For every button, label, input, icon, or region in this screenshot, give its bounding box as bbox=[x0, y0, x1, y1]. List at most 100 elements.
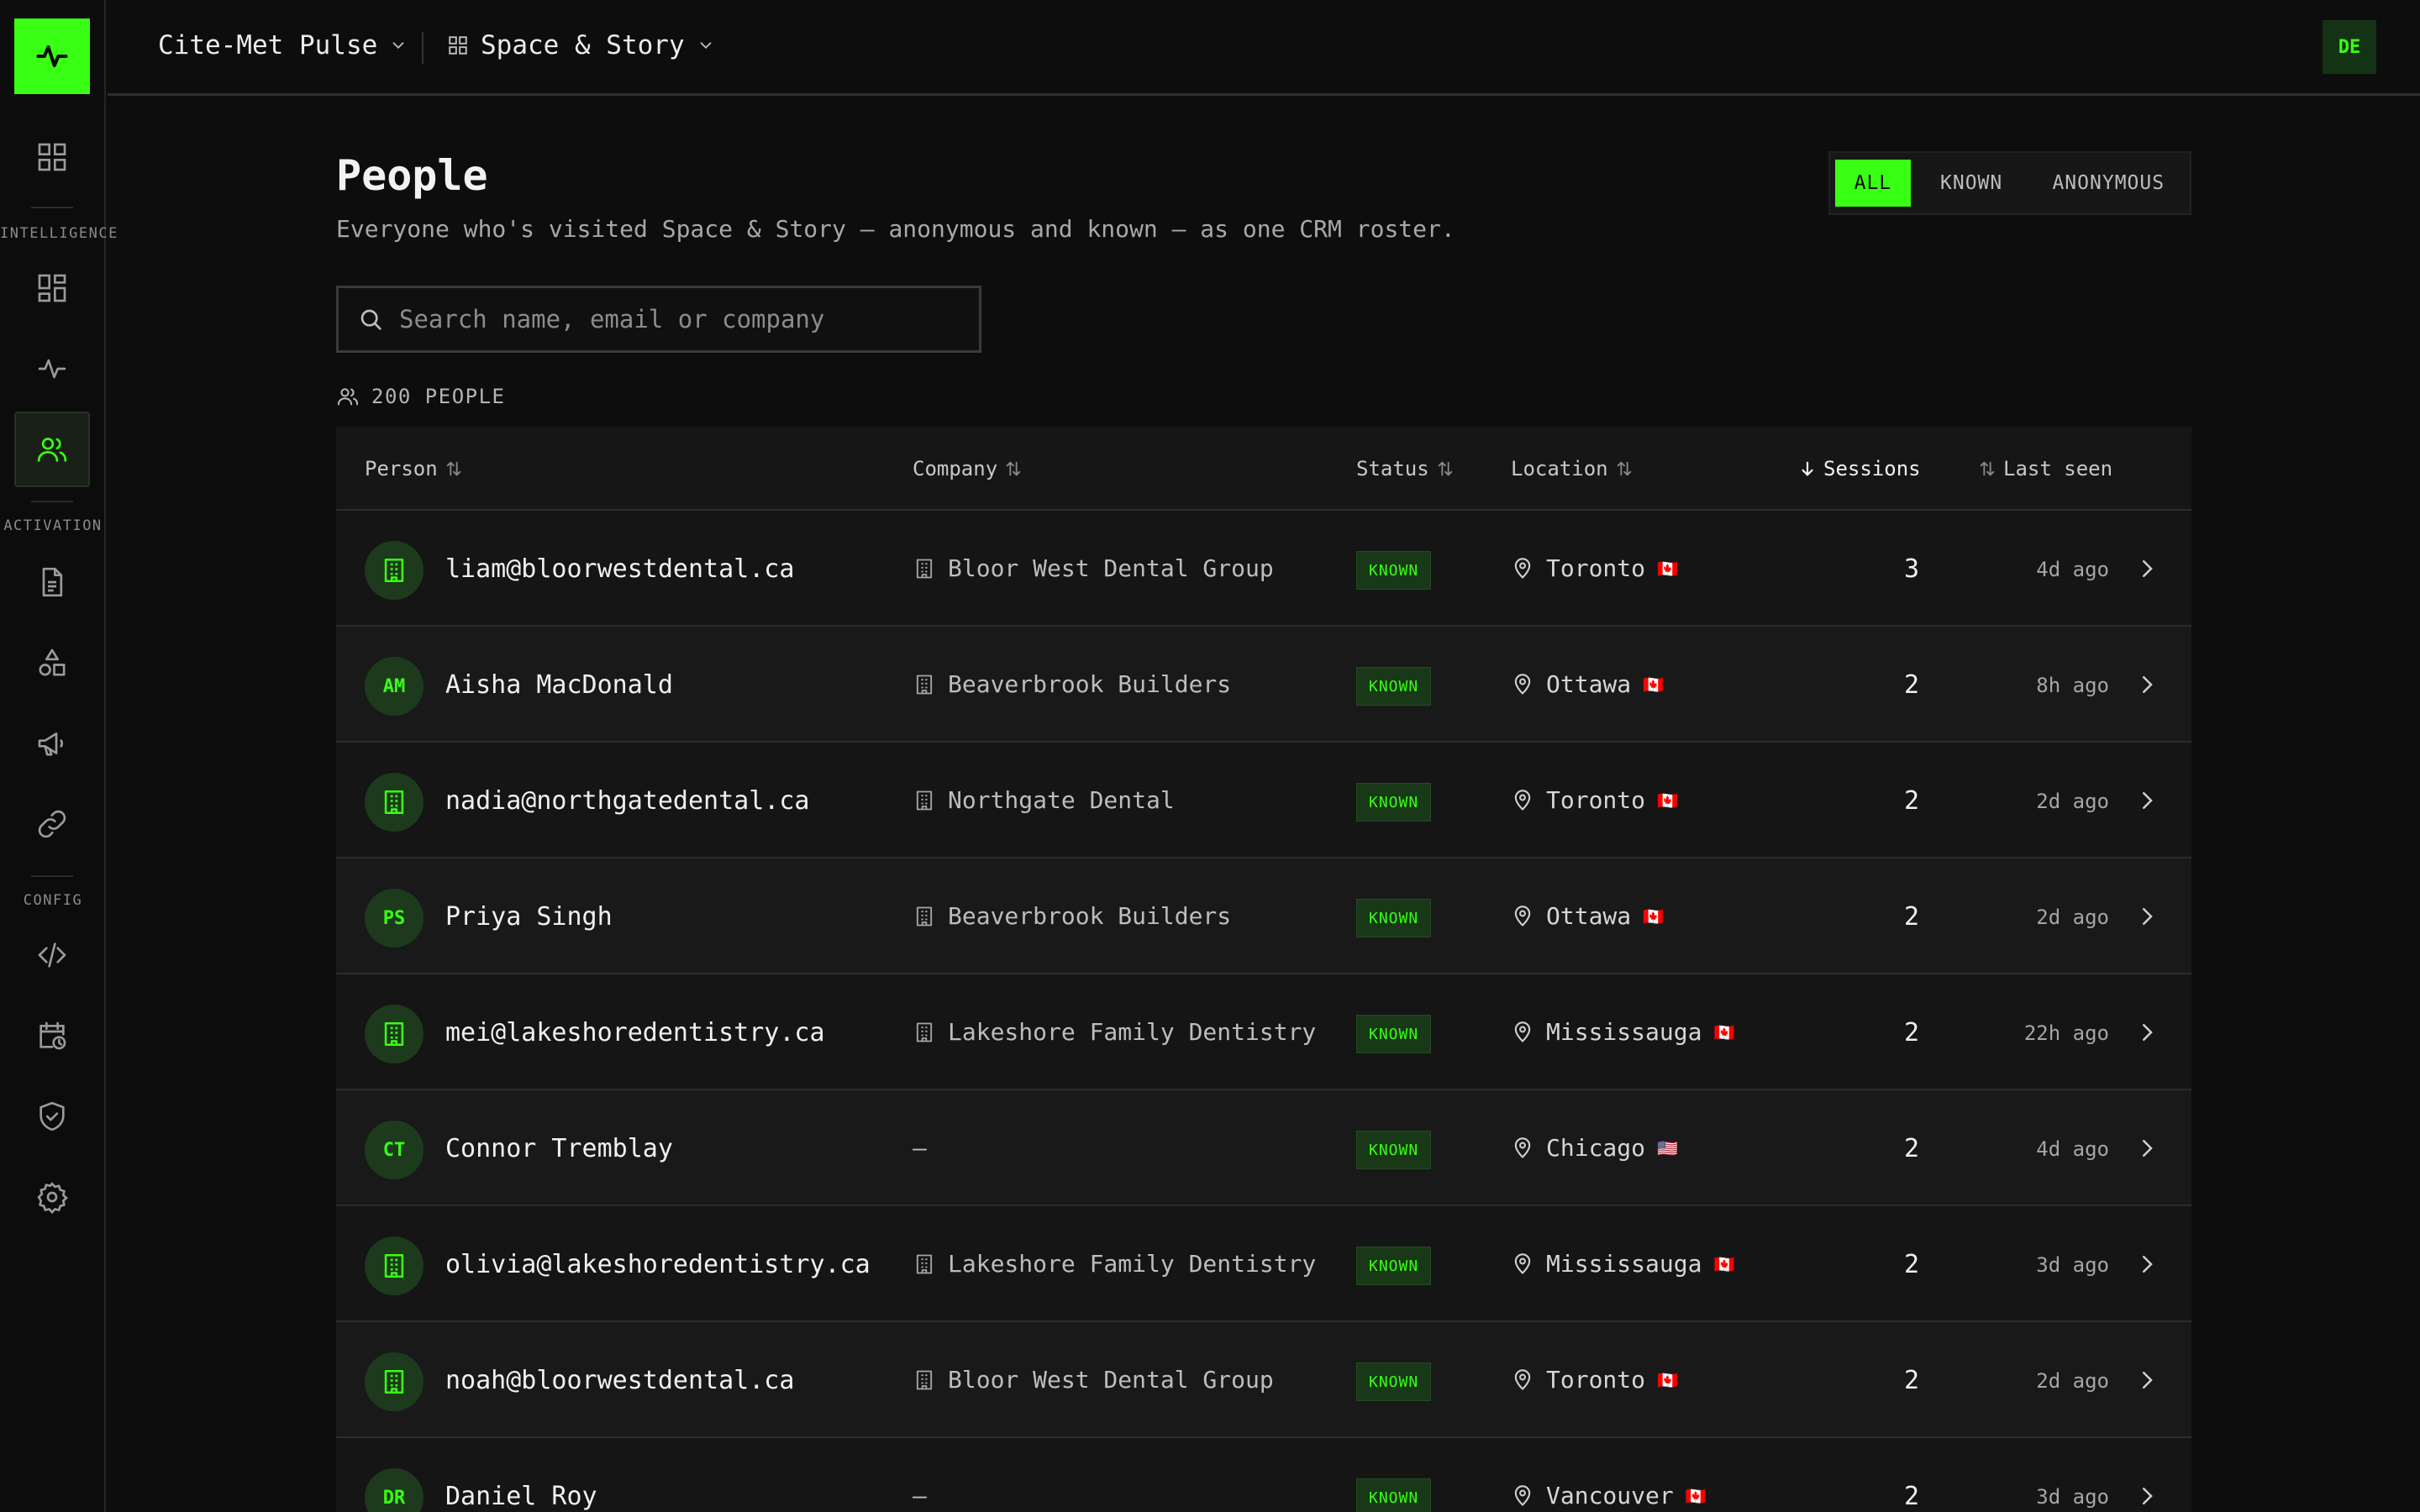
company-name: Bloor West Dental Group bbox=[948, 554, 1274, 582]
map-pin-icon bbox=[1514, 557, 1531, 579]
megaphone-icon bbox=[38, 732, 64, 756]
company-cell: Northgate Dental bbox=[913, 786, 1175, 814]
table-row[interactable]: PS Priya Singh Beaverbrook Builders KNOWN Ot… bbox=[336, 858, 2191, 974]
sessions-count: 2 bbox=[1903, 1366, 1919, 1395]
link-icon bbox=[38, 810, 66, 838]
map-pin-icon bbox=[1514, 1368, 1531, 1390]
avatar-initials: DR bbox=[382, 1487, 406, 1509]
project-name: Space & Story bbox=[481, 30, 685, 60]
rail-item-documents[interactable] bbox=[14, 544, 90, 620]
person-name[interactable]: noah@bloorwestdental.ca bbox=[445, 1366, 794, 1395]
chevron-right-icon[interactable] bbox=[2134, 556, 2160, 581]
filter-anonymous-button[interactable]: ANONYMOUS bbox=[2033, 160, 2185, 207]
rail-section-config: CONFIG bbox=[23, 892, 83, 909]
rail-item-schedule[interactable] bbox=[14, 998, 90, 1074]
map-pin-icon bbox=[1514, 789, 1531, 811]
sort-icon bbox=[446, 461, 460, 476]
company-name: Lakeshore Family Dentistry bbox=[948, 1018, 1317, 1046]
rail-item-shapes[interactable] bbox=[14, 625, 90, 701]
status-badge: KNOWN bbox=[1356, 783, 1432, 822]
rail-item-settings[interactable] bbox=[14, 1159, 90, 1235]
location-cell: Toronto 🇨🇦 bbox=[1511, 1366, 1678, 1394]
rail-item-people[interactable] bbox=[14, 412, 90, 487]
search-input[interactable] bbox=[399, 305, 971, 333]
column-header-sessions[interactable]: Sessions bbox=[1798, 457, 1921, 480]
rail-item-code[interactable] bbox=[14, 917, 90, 993]
table-row[interactable]: mei@lakeshoredentistry.ca Lakeshore Famil… bbox=[336, 974, 2191, 1090]
workspace-switcher[interactable]: Cite-Met Pulse bbox=[158, 30, 408, 60]
building-icon bbox=[916, 906, 933, 926]
person-name[interactable]: Priya Singh bbox=[445, 902, 613, 932]
company-name: Beaverbrook Builders bbox=[948, 902, 1232, 930]
person-name[interactable]: Daniel Roy bbox=[445, 1482, 597, 1511]
rail-section-activation: ACTIVATION bbox=[3, 517, 103, 534]
person-name[interactable]: Connor Tremblay bbox=[445, 1134, 673, 1163]
top-bar: Cite-Met Pulse Space & Story DE bbox=[108, 0, 2420, 96]
status-badge: KNOWN bbox=[1356, 1247, 1432, 1285]
last-seen: 2d ago bbox=[2036, 906, 2109, 929]
status-badge: KNOWN bbox=[1356, 1478, 1432, 1512]
chevron-down-icon bbox=[700, 42, 712, 50]
rail-item-home[interactable] bbox=[14, 119, 90, 195]
project-switcher[interactable]: Space & Story bbox=[447, 30, 715, 60]
rail-item-pulse[interactable] bbox=[14, 331, 90, 407]
company-cell: Lakeshore Family Dentistry bbox=[913, 1250, 1316, 1278]
avatar bbox=[365, 1352, 424, 1411]
country-flag: 🇨🇦 bbox=[1713, 1253, 1735, 1274]
people-icon bbox=[37, 438, 67, 462]
chevron-right-icon[interactable] bbox=[2134, 1252, 2160, 1277]
column-header-last-seen[interactable]: Last seen bbox=[1978, 457, 2112, 480]
column-header-company[interactable]: Company bbox=[913, 457, 1023, 480]
table-row[interactable]: liam@bloorwestdental.ca Bloor West Dental… bbox=[336, 511, 2191, 627]
chevron-right-icon[interactable] bbox=[2134, 1020, 2160, 1045]
rail-item-links[interactable] bbox=[14, 786, 90, 862]
table-row[interactable]: DR Daniel Roy — KNOWN Vancouver 🇨🇦 2 3d ago bbox=[336, 1438, 2191, 1512]
rail-divider bbox=[31, 207, 73, 208]
chevron-right-icon[interactable] bbox=[2134, 904, 2160, 929]
table-row[interactable]: CT Connor Tremblay — KNOWN Chicago 🇺🇸 2 4d ago bbox=[336, 1090, 2191, 1206]
document-icon bbox=[42, 567, 63, 597]
person-name[interactable]: mei@lakeshoredentistry.ca bbox=[445, 1018, 825, 1047]
chevron-right-icon[interactable] bbox=[2134, 672, 2160, 697]
search-box bbox=[336, 286, 981, 353]
page-title: People bbox=[336, 151, 488, 200]
person-name[interactable]: Aisha MacDonald bbox=[445, 670, 673, 700]
column-header-person[interactable]: Person bbox=[365, 457, 463, 480]
country-flag: 🇨🇦 bbox=[1657, 1369, 1678, 1390]
column-header-location[interactable]: Location bbox=[1511, 457, 1634, 480]
person-name[interactable]: nadia@northgatedental.ca bbox=[445, 786, 809, 816]
column-label: Sessions bbox=[1823, 457, 1921, 480]
table-row[interactable]: olivia@lakeshoredentistry.ca Lakeshore Fa… bbox=[336, 1206, 2191, 1322]
building-icon bbox=[916, 790, 933, 810]
column-header-status[interactable]: Status bbox=[1356, 457, 1455, 480]
location-name: Ottawa bbox=[1546, 670, 1632, 698]
filter-known-button[interactable]: KNOWN bbox=[1918, 160, 2026, 207]
person-name[interactable]: liam@bloorwestdental.ca bbox=[445, 554, 794, 584]
country-flag: 🇨🇦 bbox=[1643, 674, 1665, 695]
user-avatar[interactable]: DE bbox=[2323, 20, 2376, 74]
location-name: Toronto bbox=[1546, 554, 1646, 582]
chevron-right-icon[interactable] bbox=[2134, 1136, 2160, 1161]
page-subtitle: Everyone who's visited Space & Story — a… bbox=[336, 215, 1455, 243]
person-name[interactable]: olivia@lakeshoredentistry.ca bbox=[445, 1250, 871, 1279]
rail-item-dashboard[interactable] bbox=[14, 250, 90, 326]
avatar: PS bbox=[365, 889, 424, 948]
building-icon bbox=[916, 675, 933, 694]
last-seen: 4d ago bbox=[2036, 1137, 2109, 1161]
table-row[interactable]: noah@bloorwestdental.ca Bloor West Dental… bbox=[336, 1322, 2191, 1438]
status-badge: KNOWN bbox=[1356, 1015, 1432, 1053]
chevron-right-icon[interactable] bbox=[2134, 788, 2160, 813]
app-logo[interactable] bbox=[14, 18, 90, 94]
location-cell: Ottawa 🇨🇦 bbox=[1511, 670, 1664, 698]
filter-all-button[interactable]: ALL bbox=[1835, 160, 1911, 207]
table-row[interactable]: AM Aisha MacDonald Beaverbrook Builders KNO… bbox=[336, 627, 2191, 743]
chevron-right-icon[interactable] bbox=[2134, 1368, 2160, 1393]
chevron-right-icon[interactable] bbox=[2134, 1483, 2160, 1509]
column-label: Company bbox=[913, 457, 998, 480]
rail-divider bbox=[31, 875, 73, 877]
rail-item-security[interactable] bbox=[14, 1079, 90, 1154]
rail-item-campaigns[interactable] bbox=[14, 706, 90, 781]
building-icon bbox=[916, 559, 933, 578]
table-row[interactable]: nadia@northgatedental.ca Northgate Dental… bbox=[336, 743, 2191, 858]
sort-icon bbox=[1006, 461, 1021, 476]
